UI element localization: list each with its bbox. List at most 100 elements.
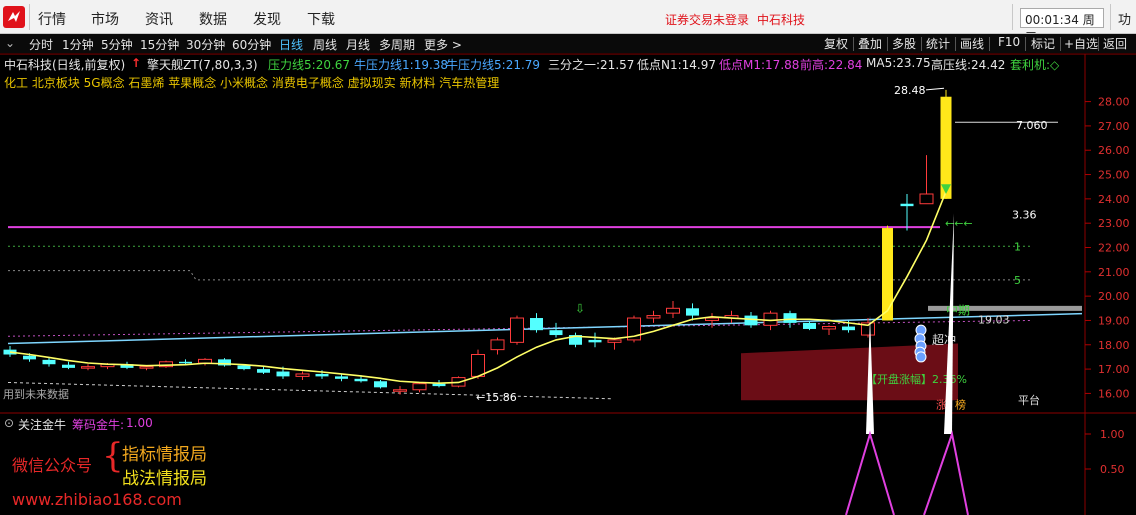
lower-tick-label: 1.00 — [1100, 428, 1125, 441]
lower-panel-header: ⊙ 关注金牛 筹码金牛: 1.00 — [0, 414, 1085, 432]
period-multi[interactable]: 多周期 — [379, 36, 415, 53]
candle-body-up — [81, 366, 95, 369]
divider — [1110, 4, 1111, 30]
collapse-icon[interactable]: ⌄ — [5, 36, 15, 50]
function-button[interactable]: 功 — [1118, 9, 1131, 28]
tool-duogu[interactable]: 多股 — [890, 35, 918, 52]
app-logo-icon[interactable] — [3, 6, 25, 28]
tool-fuquan[interactable]: 复权 — [822, 35, 850, 52]
low-dashed-line — [7, 381, 613, 400]
candle-body-down — [900, 203, 914, 207]
lower-indicator-value: 1.00 — [126, 416, 153, 430]
divider — [29, 4, 30, 30]
ind-value: 14.97 — [681, 58, 717, 72]
candle-body-down — [783, 313, 797, 323]
ind-item: 牛压力线1:19.38 — [354, 56, 448, 73]
label-1: 1 — [1014, 240, 1021, 253]
period-more[interactable]: 更多 > — [424, 36, 462, 53]
formula-name[interactable]: 擎天舰ZT(7,80,3,3) — [147, 56, 258, 73]
candle-body-down — [23, 355, 36, 360]
period-daily[interactable]: 日线 — [279, 36, 303, 53]
divider — [921, 37, 922, 51]
ind-value: 21.79 — [505, 58, 541, 72]
low-label: ←15.86 — [476, 391, 517, 404]
menu-shuju[interactable]: 数据 — [199, 9, 227, 29]
concept-tags[interactable]: 化工 北京板块 5G概念 石墨烯 苹果概念 小米概念 消费电子概念 虚拟现实 新… — [4, 74, 499, 91]
label-1903: 19.03 — [978, 314, 1010, 327]
candle-body-up — [822, 326, 836, 330]
peak-arrow — [925, 87, 945, 91]
candle-body-down — [432, 383, 446, 387]
ind-value: 22.84 — [828, 58, 863, 72]
candle-body-up — [412, 383, 427, 391]
divider — [989, 37, 990, 51]
tool-tongji[interactable]: 统计 — [924, 35, 952, 52]
price-tick-label: 24.00 — [1098, 193, 1130, 206]
candle-body-down — [686, 308, 699, 316]
tool-add-watchlist[interactable]: +自选 — [1062, 35, 1100, 52]
candle-body-down — [354, 378, 368, 382]
ind-item: MA5:23.75 — [866, 56, 931, 70]
stock-title: 中石科技(日线,前复权) — [4, 58, 126, 72]
menu-zixun[interactable]: 资讯 — [145, 9, 173, 29]
tool-diejia[interactable]: 叠加 — [856, 35, 884, 52]
ind-value: 19.38 — [413, 58, 449, 72]
menu-shichang[interactable]: 市场 — [91, 9, 119, 29]
brand-name-2: 战法情报局 — [122, 469, 207, 489]
candle-body-limit-up — [882, 228, 893, 321]
period-5min[interactable]: 5分钟 — [101, 36, 133, 53]
candle-body-up — [919, 193, 934, 205]
ind-label: 压力线5: — [268, 58, 316, 72]
period-monthly[interactable]: 月线 — [346, 36, 370, 53]
divider — [887, 37, 888, 51]
price-tick-label: 21.00 — [1098, 266, 1130, 279]
period-1min[interactable]: 1分钟 — [62, 36, 94, 53]
lower-tick-label: 0.50 — [1100, 463, 1125, 476]
divider — [955, 37, 956, 51]
ind-label: MA5: — [866, 56, 897, 70]
tool-f10[interactable]: F10 — [996, 35, 1022, 49]
candle-body-down — [335, 376, 348, 379]
candle-body-up — [705, 317, 719, 321]
menu-xiazai[interactable]: 下载 — [307, 9, 335, 29]
top-menu-bar: 行情 市场 资讯 数据 发现 下载 证券交易未登录 中石科技 00:01:34 … — [0, 0, 1136, 44]
ind-value: 24.42 — [971, 58, 1006, 72]
brand-brace: { — [102, 436, 124, 476]
bottom-tag-3: 平台 — [1018, 393, 1040, 407]
label-5: 5 — [1014, 274, 1021, 287]
candle-body-up — [490, 339, 505, 351]
lower-panel-title[interactable]: 关注金牛 — [18, 416, 66, 433]
tool-biaoji[interactable]: 标记 — [1029, 35, 1057, 52]
period-30min[interactable]: 30分钟 — [186, 36, 225, 53]
price-tick-label: 23.00 — [1098, 217, 1130, 230]
tool-back[interactable]: 返回 — [1101, 35, 1129, 52]
divider — [1025, 37, 1026, 51]
login-notice[interactable]: 证券交易未登录 — [665, 11, 749, 28]
candle-body-down — [42, 359, 56, 365]
price-tick-label: 20.00 — [1098, 290, 1130, 303]
period-weekly[interactable]: 周线 — [313, 36, 337, 53]
candle-body-up — [607, 339, 622, 343]
ind-value: 17.88 — [765, 58, 800, 72]
brand-url[interactable]: www.zhibiao168.com — [12, 490, 182, 509]
tool-huaxian[interactable]: 画线 — [958, 35, 986, 52]
period-60min[interactable]: 60分钟 — [232, 36, 271, 53]
signal-bubble-icon — [915, 351, 927, 363]
label-336: 3.36 — [1012, 208, 1037, 221]
ind-value: 23.75 — [896, 56, 931, 70]
candle-body-up — [646, 315, 661, 319]
price-tick-label: 16.00 — [1098, 387, 1130, 400]
menu-hangqing[interactable]: 行情 — [38, 9, 66, 29]
menu-faxian[interactable]: 发现 — [253, 9, 281, 29]
ind-label: 三分之一: — [548, 58, 601, 72]
divider — [853, 37, 854, 51]
label-7060: 7.060 — [1016, 119, 1048, 132]
ind-value: ◇ — [1050, 58, 1060, 72]
ind-label: 牛压力线5: — [446, 58, 506, 72]
clock-display: 00:01:34 周三 — [1020, 8, 1104, 44]
period-15min[interactable]: 15分钟 — [140, 36, 179, 53]
candle-body-down — [276, 371, 290, 377]
period-fenshi[interactable]: 分时 — [29, 36, 53, 53]
ind-item: 套利机:◇ — [1010, 56, 1059, 73]
gear-icon[interactable]: ⊙ — [4, 416, 14, 430]
